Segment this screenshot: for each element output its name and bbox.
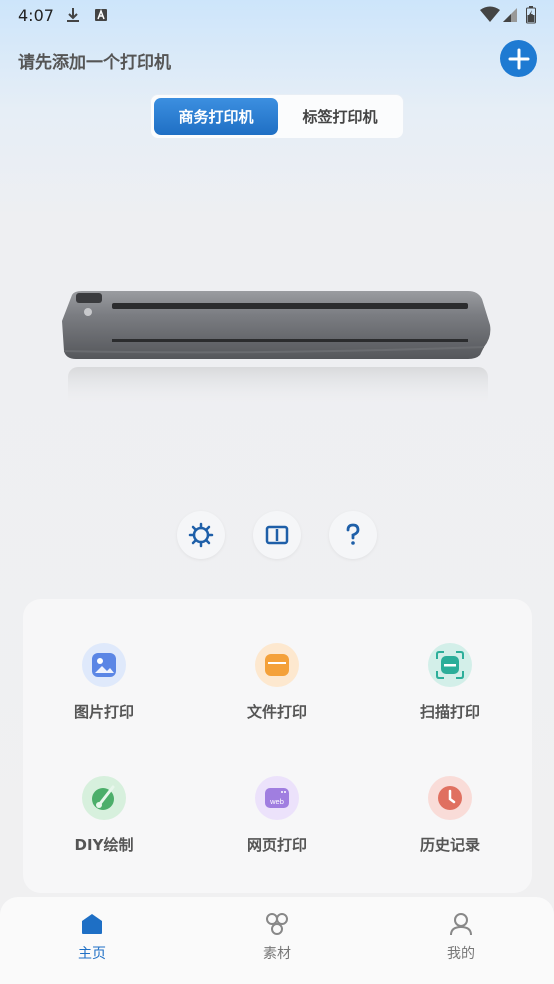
download-icon [67, 8, 79, 22]
add-printer-button[interactable] [500, 40, 537, 77]
keyboard-a-icon [95, 8, 107, 21]
feature-label: 历史记录 [419, 836, 480, 854]
plus-icon [508, 48, 529, 69]
folder-icon [255, 643, 299, 687]
status-bar: 4:07 [0, 0, 554, 32]
nav-label: 我的 [447, 946, 475, 962]
bottom-nav: 主页 素材 我的 [0, 897, 554, 984]
wifi-icon [480, 6, 500, 22]
feature-label: DIY绘制 [74, 836, 134, 854]
page-title: 请先添加一个打印机 [18, 53, 171, 73]
material-icon [266, 913, 288, 935]
status-time: 4:07 [18, 6, 54, 25]
nav-home[interactable]: 主页 [52, 911, 132, 963]
battery-icon [526, 6, 536, 24]
printer-image [62, 291, 491, 407]
home-icon [82, 914, 102, 934]
feature-label: 扫描打印 [419, 703, 480, 721]
image-icon [82, 643, 126, 687]
nav-profile[interactable]: 我的 [421, 911, 501, 963]
book-manual-icon [265, 525, 289, 545]
scan-print-item[interactable]: 扫描打印 [380, 643, 520, 743]
file-print-item[interactable]: 文件打印 [207, 643, 347, 743]
profile-icon [450, 913, 472, 936]
tab-label-printer[interactable]: 标签打印机 [281, 98, 399, 135]
help-button[interactable] [329, 511, 377, 559]
nav-label: 主页 [78, 946, 106, 962]
feature-card: 图片打印 文件打印 扫描打印 DIY绘制 web 网页打印 历史记录 [23, 599, 532, 893]
nav-material[interactable]: 素材 [237, 911, 317, 963]
feature-label: 图片打印 [73, 703, 134, 721]
history-item[interactable]: 历史记录 [380, 776, 520, 876]
settings-button[interactable] [177, 511, 225, 559]
feature-label: 网页打印 [246, 836, 307, 854]
manual-button[interactable] [253, 511, 301, 559]
printer-type-switch: 商务打印机 标签打印机 [150, 94, 404, 139]
help-question-icon [346, 523, 360, 545]
image-print-item[interactable]: 图片打印 [34, 643, 174, 743]
history-clock-icon [428, 776, 472, 820]
web-print-item[interactable]: web 网页打印 [207, 776, 347, 876]
nav-label: 素材 [263, 946, 291, 962]
scan-icon [428, 643, 472, 687]
web-icon: web [255, 776, 299, 820]
diy-draw-item[interactable]: DIY绘制 [34, 776, 174, 876]
feature-label: 文件打印 [246, 703, 307, 721]
paint-brush-icon [82, 776, 126, 820]
svg-text:web: web [269, 797, 284, 806]
signal-icon [503, 8, 517, 22]
settings-gear-icon [188, 522, 214, 548]
tab-business-printer[interactable]: 商务打印机 [154, 98, 278, 135]
